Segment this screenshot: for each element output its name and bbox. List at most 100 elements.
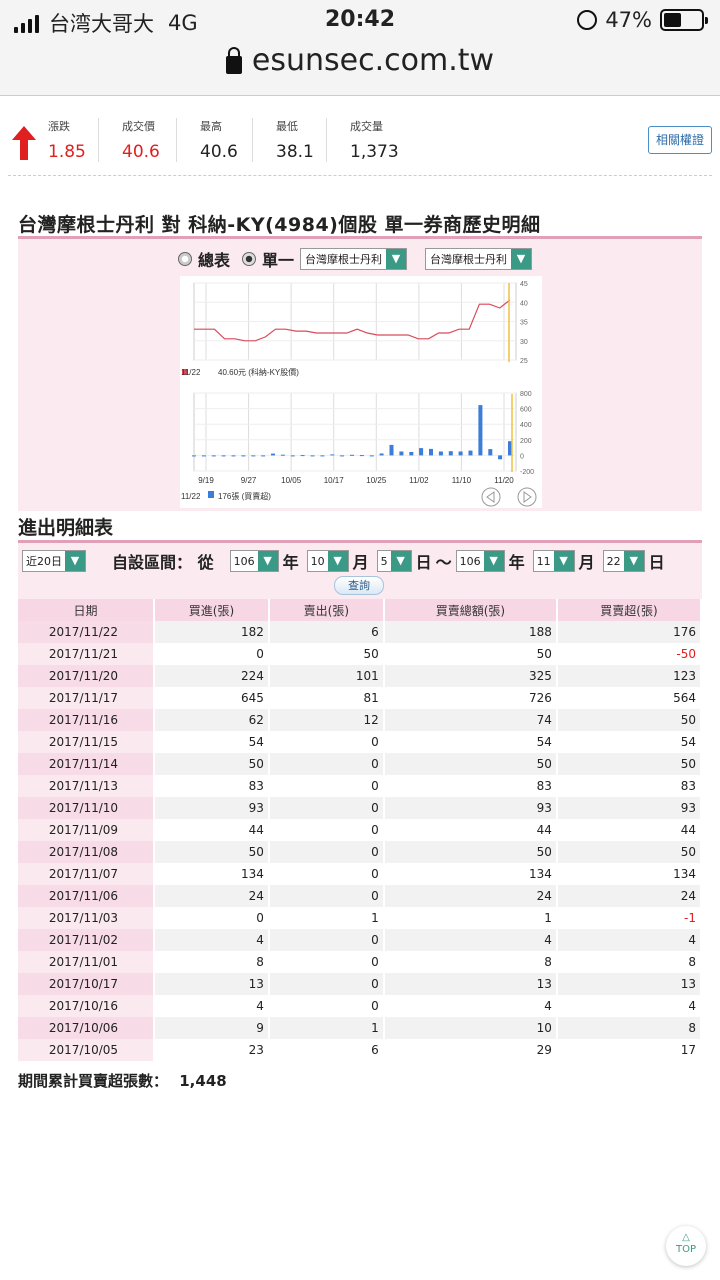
year-label: 年 [282, 553, 299, 572]
volume-bar [458, 451, 463, 456]
bar-ytick-label: -200 [520, 469, 534, 476]
xtick-label: 10/25 [366, 476, 387, 485]
volume-bar [290, 455, 295, 457]
query-button[interactable]: 查詢 [334, 576, 384, 595]
volume-bar [419, 448, 424, 456]
volume-bar [399, 451, 404, 456]
next-arrow-icon[interactable] [517, 487, 537, 507]
year-label-2: 年 [508, 553, 525, 572]
bar-ytick-label: 800 [520, 391, 532, 398]
value-cell: 83 [556, 775, 703, 797]
date-cell: 2017/10/17 [18, 973, 155, 995]
broker-select-1[interactable]: 台灣摩根士丹利 ▼ [300, 248, 408, 270]
triangle-up-icon: △ [682, 1232, 690, 1243]
month-label-2: 月 [578, 553, 595, 572]
chevron-down-icon: ▼ [386, 249, 407, 269]
value-cell: 1 [268, 1017, 385, 1039]
to-day-select[interactable]: 22 ▼ [602, 550, 645, 572]
quote-volume: 成交量 1,373 [350, 120, 399, 162]
xtick-label: 11/10 [452, 476, 472, 485]
value-cell: 13 [154, 973, 270, 995]
value-cell: 50 [383, 841, 558, 863]
value-cell: 8 [154, 951, 270, 973]
value-cell: 101 [268, 665, 385, 687]
to-month-select[interactable]: 11 ▼ [532, 550, 575, 572]
value-cell: 74 [383, 709, 558, 731]
related-warrants-button[interactable]: 相關權證 [648, 126, 712, 154]
table-row: 2017/11/15 54 0 54 54 [18, 731, 703, 753]
value-cell: 1 [268, 907, 385, 929]
back-to-top-button[interactable]: △ TOP [666, 1226, 706, 1266]
bar-plot-frame [193, 392, 517, 472]
chevron-down-icon: ▼ [511, 249, 532, 269]
date-cell: 2017/11/06 [18, 885, 155, 907]
value-cell: 123 [556, 665, 703, 687]
quote-low: 最低 38.1 [276, 120, 314, 162]
from-day-select[interactable]: 5 ▼ [376, 550, 412, 572]
volume-bar [359, 455, 364, 457]
radio-single[interactable] [242, 252, 257, 266]
volume-bar [340, 455, 345, 457]
volume-bar [320, 455, 325, 457]
to-year-select[interactable]: 106 ▼ [455, 550, 505, 572]
table-header: 日期 買進(張) 賣出(張) 買賣總額(張) 買賣超(張) [18, 599, 703, 621]
volume-bar [330, 454, 335, 456]
volume-bar [261, 455, 266, 457]
date-cell: 2017/11/13 [18, 775, 155, 797]
value-cell: 50 [556, 753, 703, 775]
value-cell: 8 [556, 951, 703, 973]
date-cell: 2017/11/07 [18, 863, 155, 885]
volume-bar [379, 453, 384, 456]
volume-bar [211, 455, 216, 457]
alarm-icon [577, 10, 598, 30]
battery-percent: 47% [605, 8, 652, 32]
period-total: 期間累計買賣超張數： 1,448 [18, 1070, 227, 1091]
value-cell: 9 [154, 1017, 270, 1039]
url-text[interactable]: esunsec.com.tw [252, 43, 494, 78]
table-row: 2017/10/17 13 0 13 13 [18, 973, 703, 995]
value-cell: 0 [268, 973, 385, 995]
value-cell: 6 [268, 621, 385, 643]
value-cell: 17 [556, 1039, 703, 1061]
line-ytick-label: 30 [520, 339, 528, 346]
value-cell: 54 [154, 731, 270, 753]
table-row: 2017/11/22 182 6 188 176 [18, 621, 703, 643]
volume-bar [300, 455, 305, 457]
detail-heading: 進出明細表 [18, 517, 114, 539]
volume-bar [468, 450, 473, 456]
broker-select-2[interactable]: 台灣摩根士丹利 ▼ [425, 248, 533, 270]
address-bar[interactable]: esunsec.com.tw [0, 40, 720, 96]
date-cell: 2017/10/06 [18, 1017, 155, 1039]
volume-bar [438, 451, 443, 456]
date-cell: 2017/11/16 [18, 709, 155, 731]
xtick-label: 11/02 [409, 476, 429, 485]
column-header: 買進(張) [154, 599, 270, 621]
arrow-up-icon [12, 126, 36, 160]
view-controls: 總表 單一 台灣摩根士丹利 ▼ 台灣摩根士丹利 ▼ [178, 247, 533, 271]
value-cell: 176 [556, 621, 703, 643]
date-cell: 2017/11/03 [18, 907, 155, 929]
value-cell: 8 [383, 951, 558, 973]
volume-legend: 176張 (買賣超) [218, 491, 271, 501]
xtick-label: 9/27 [241, 476, 257, 485]
column-header: 日期 [18, 599, 155, 621]
radio-summary[interactable] [178, 252, 192, 266]
value-cell: 81 [268, 687, 385, 709]
date-cell: 2017/11/17 [18, 687, 155, 709]
period-select[interactable]: 近20日 ▼ [22, 550, 86, 572]
date-cell: 2017/10/05 [18, 1039, 155, 1061]
prev-arrow-icon[interactable] [481, 487, 501, 507]
from-month-select[interactable]: 10 ▼ [306, 550, 349, 572]
volume-bar [251, 455, 256, 457]
volume-bar [192, 455, 196, 457]
date-filter: 近20日 ▼ 自設區間： 從 106 ▼ 年 10 ▼ 月 5 ▼ 日 ～ 106 ▼ 年… [18, 543, 702, 599]
volume-bar [488, 449, 493, 456]
value-cell: 726 [383, 687, 558, 709]
value-cell: 188 [383, 621, 558, 643]
from-year-select[interactable]: 106 ▼ [229, 550, 279, 572]
value-cell: 50 [383, 643, 558, 665]
table-row: 2017/11/09 44 0 44 44 [18, 819, 703, 841]
value-cell: 13 [556, 973, 703, 995]
value-cell: 0 [268, 797, 385, 819]
table-row: 2017/11/13 83 0 83 83 [18, 775, 703, 797]
